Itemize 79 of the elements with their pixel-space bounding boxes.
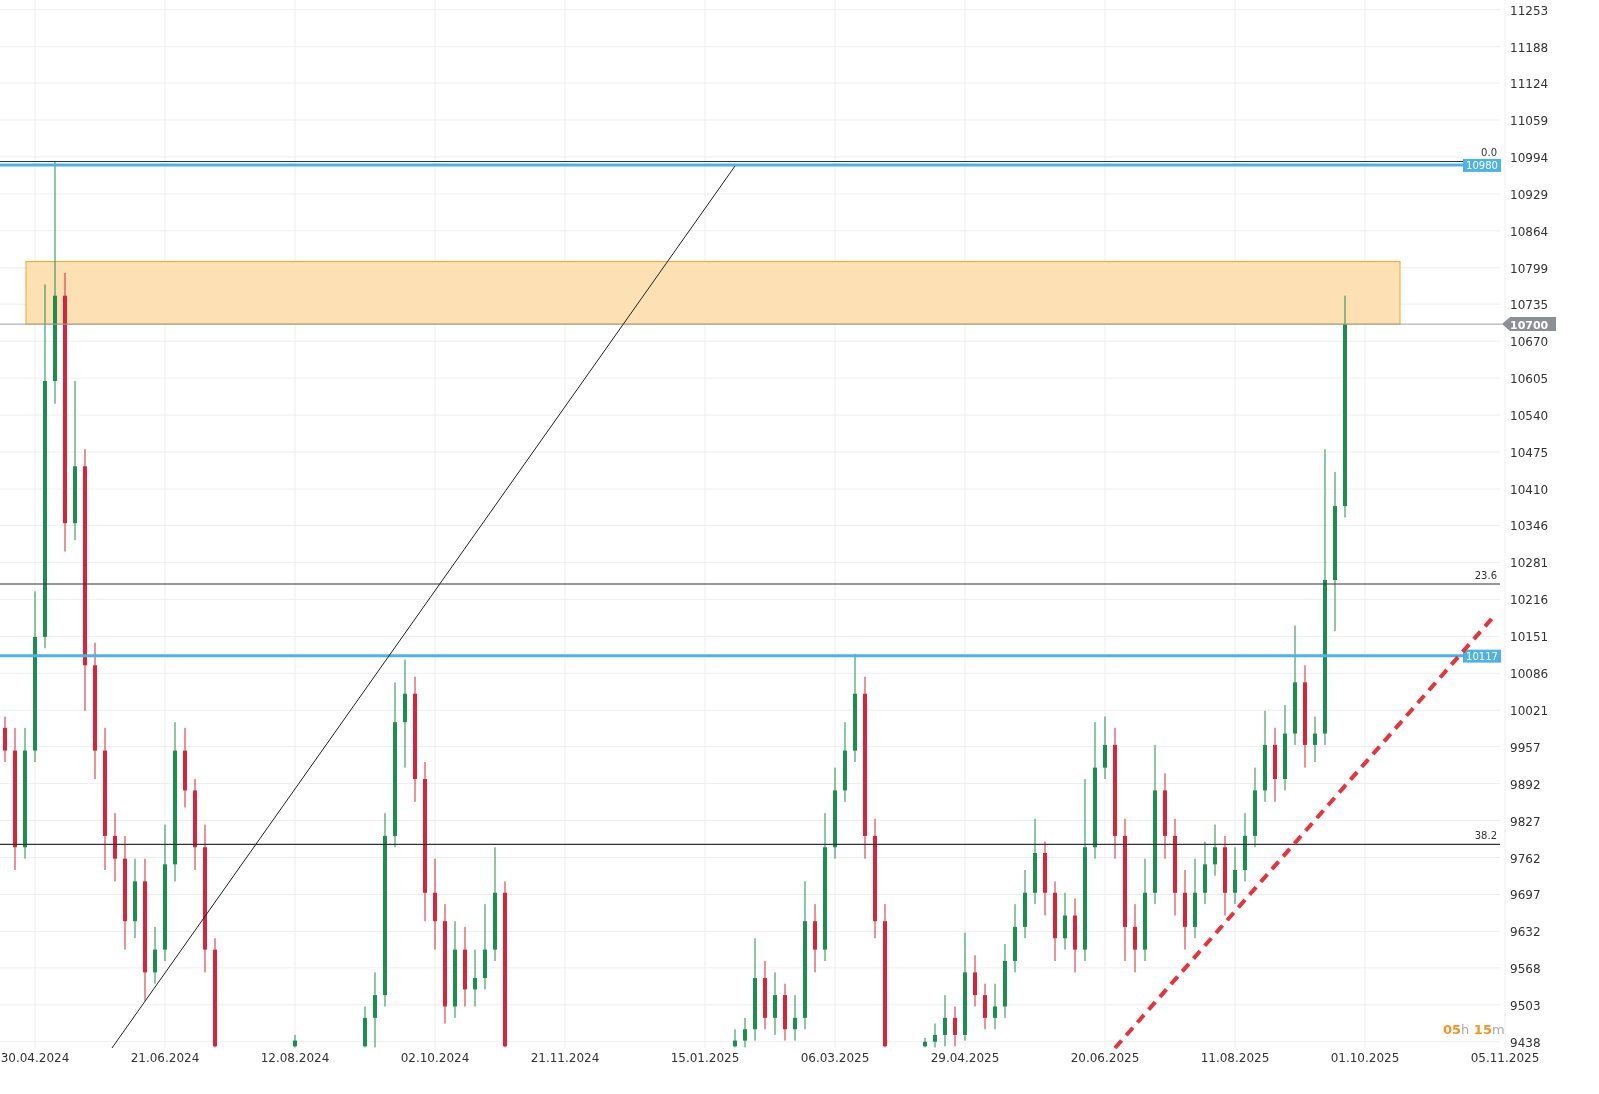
y-axis-label: 10410 <box>1510 483 1549 498</box>
candlestick <box>743 1017 747 1048</box>
y-axis-label: 9697 <box>1510 888 1541 903</box>
candlestick <box>773 971 777 1036</box>
y-axis-label: 9632 <box>1510 925 1541 940</box>
x-axis-label: 21.06.2024 <box>130 1051 200 1065</box>
candlestick <box>1063 892 1067 951</box>
candlestick <box>1233 846 1237 905</box>
x-axis-label: 01.10.2025 <box>1330 1051 1400 1065</box>
candlestick <box>1203 841 1207 905</box>
y-axis-label: 11253 <box>1510 3 1549 18</box>
x-axis-label: 21.11.2024 <box>530 1051 600 1065</box>
y-axis-label: 10929 <box>1510 187 1549 202</box>
y-axis-label: 10994 <box>1510 150 1549 165</box>
y-axis-label: 10151 <box>1510 630 1549 645</box>
candlestick <box>993 983 997 1030</box>
current-price-tag: 10700 <box>1502 317 1556 333</box>
candlestick <box>363 1006 367 1048</box>
candlestick <box>1243 812 1247 882</box>
candlestick <box>813 903 817 973</box>
y-axis-label: 10735 <box>1510 298 1549 313</box>
fib-label: 23.6 <box>1474 570 1497 581</box>
candlestick <box>933 1023 937 1048</box>
y-axis-label: 9438 <box>1510 1035 1541 1050</box>
y-axis-label: 9762 <box>1510 851 1541 866</box>
x-axis-label: 30.04.2024 <box>0 1051 70 1065</box>
y-axis-label: 10086 <box>1510 667 1549 682</box>
candlestick <box>1313 716 1317 763</box>
y-axis-label: 10475 <box>1510 446 1549 461</box>
y-axis-label: 10799 <box>1510 261 1549 276</box>
price-level-tag: 10980 <box>1463 158 1501 172</box>
ref-line-label: 10700 <box>1510 319 1549 333</box>
y-axis-label: 10864 <box>1510 224 1549 239</box>
candlestick <box>1133 903 1137 973</box>
x-axis-label: 02.10.2024 <box>400 1051 470 1065</box>
y-axis-label: 9892 <box>1510 777 1541 792</box>
candlestick <box>473 949 477 1007</box>
y-axis-label: 9568 <box>1510 961 1541 976</box>
candlestick <box>793 994 797 1042</box>
y-axis-label: 9957 <box>1510 740 1541 755</box>
x-axis-label: 05.11.2025 <box>1470 1051 1540 1065</box>
y-axis-label: 10670 <box>1510 335 1549 350</box>
candlestick <box>733 1028 737 1048</box>
y-axis-label: 10216 <box>1510 593 1549 608</box>
y-axis-label: 11188 <box>1510 40 1549 55</box>
y-axis-label: 10540 <box>1510 409 1549 424</box>
candlestick <box>1213 824 1217 877</box>
candlestick <box>113 812 117 882</box>
price-level-tag: 10117 <box>1463 649 1501 663</box>
candlestick <box>973 954 977 1007</box>
fib-label: 0.0 <box>1481 147 1497 159</box>
candlestick <box>783 983 787 1042</box>
countdown-timer: 05h 15m <box>1443 1022 1505 1037</box>
candlestick <box>983 983 987 1030</box>
x-axis-label: 06.03.2025 <box>800 1051 870 1065</box>
y-axis-label: 10021 <box>1510 704 1549 719</box>
y-axis-label: 11059 <box>1510 114 1549 128</box>
y-axis-label: 9503 <box>1510 998 1541 1013</box>
candlestick <box>293 1034 297 1048</box>
candlestick <box>3 716 7 763</box>
candlestick <box>1023 869 1027 939</box>
x-axis-label: 12.08.2024 <box>260 1051 330 1065</box>
y-axis-label: 9827 <box>1510 814 1541 829</box>
candlestick <box>1013 903 1017 973</box>
fib-label: 38.2 <box>1474 830 1497 842</box>
y-axis-label: 10605 <box>1510 372 1549 387</box>
candlestick <box>953 1006 957 1047</box>
x-axis-label: 11.08.2025 <box>1200 1051 1270 1065</box>
candlestick <box>763 960 767 1030</box>
x-axis-label: 20.06.2025 <box>1070 1051 1140 1065</box>
x-axis-label: 15.01.2025 <box>670 1051 740 1065</box>
y-axis-label: 10281 <box>1510 556 1549 571</box>
candlestick <box>923 1037 927 1048</box>
candlestick <box>1103 716 1107 780</box>
y-axis-label: 11124 <box>1510 77 1549 91</box>
y-axis-label: 10346 <box>1510 519 1549 534</box>
candlestick <box>153 926 157 985</box>
candlestick <box>943 994 947 1047</box>
x-axis-label: 29.04.2025 <box>930 1051 1000 1065</box>
